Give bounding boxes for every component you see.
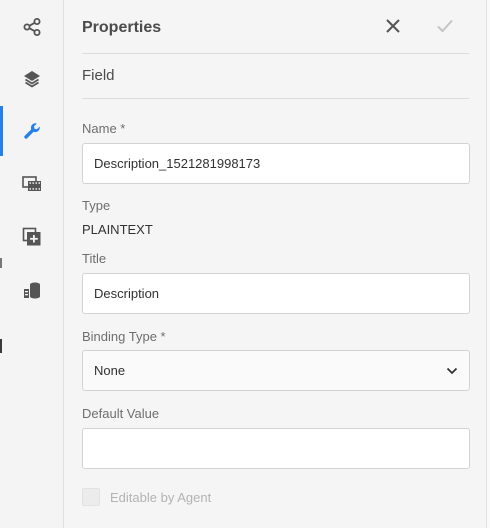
section-title: Field: [82, 67, 115, 84]
type-label: Type: [82, 198, 111, 213]
properties-app: Properties Field Name * Type PLAINTEXT T…: [0, 0, 490, 528]
title-label: Title: [82, 251, 107, 266]
rail-item-components[interactable]: [0, 211, 64, 263]
section-divider: [82, 98, 469, 99]
binding-type-select[interactable]: None: [82, 350, 470, 391]
rail-item-properties[interactable]: [0, 105, 64, 157]
panel-right-edge: [486, 0, 490, 528]
close-icon: [386, 19, 400, 33]
film-strip-icon: [22, 176, 41, 191]
header-divider: [82, 53, 469, 54]
rail-item-share[interactable]: [0, 1, 64, 53]
checkmark-icon: [437, 19, 453, 33]
add-component-icon: [22, 227, 41, 246]
type-value: PLAINTEXT: [82, 222, 153, 237]
done-button[interactable]: [433, 14, 457, 38]
data-source-icon: [24, 282, 40, 299]
layers-icon: [24, 71, 40, 88]
panel-title: Properties: [82, 19, 162, 36]
properties-panel: Properties Field Name * Type PLAINTEXT T…: [65, 0, 486, 528]
left-rail: [0, 0, 64, 528]
binding-type-label: Binding Type *: [82, 329, 166, 344]
rail-scroll-marker: [0, 258, 2, 268]
name-field[interactable]: [82, 143, 470, 184]
chevron-down-icon: [446, 367, 458, 374]
default-value-label: Default Value: [82, 406, 160, 421]
editable-by-agent-checkbox[interactable]: [82, 488, 100, 506]
name-label: Name *: [82, 121, 126, 136]
rail-item-data[interactable]: [0, 264, 64, 316]
default-value-field[interactable]: [82, 428, 470, 469]
wrench-icon: [24, 123, 40, 139]
binding-type-value: None: [94, 363, 126, 378]
editable-by-agent-label: Editable by Agent: [110, 489, 212, 505]
rail-item-layers[interactable]: [0, 53, 64, 105]
share-icon: [23, 18, 41, 36]
close-button[interactable]: [381, 14, 405, 38]
title-field[interactable]: [82, 273, 470, 314]
editable-by-agent-row: Editable by Agent: [82, 487, 211, 507]
rail-item-assets[interactable]: [0, 158, 64, 210]
rail-scroll-marker-2: [0, 339, 2, 353]
